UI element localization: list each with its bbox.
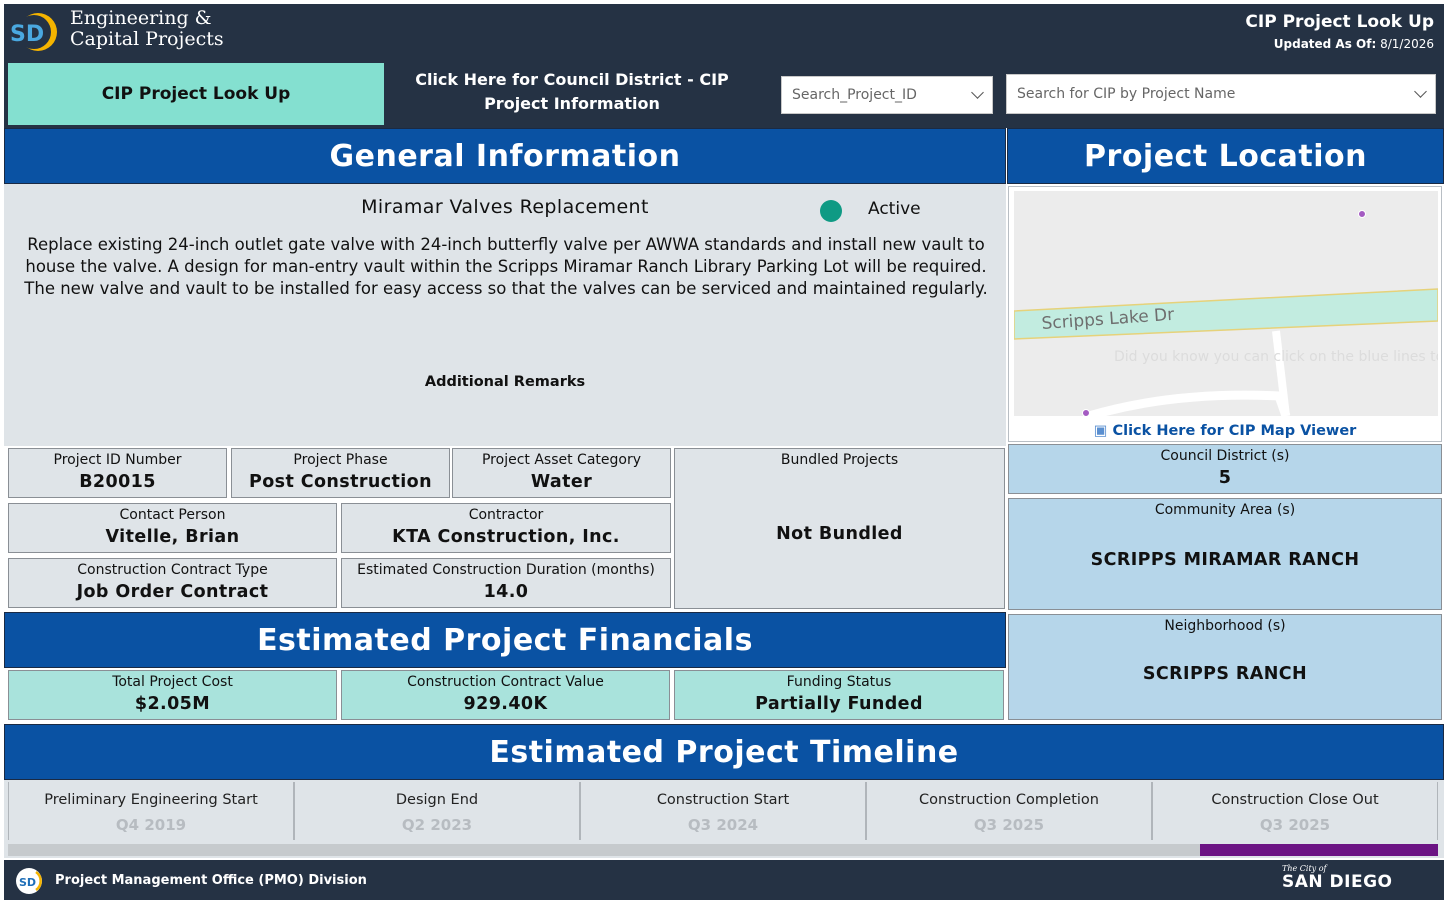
- card-label: Project Asset Category: [481, 452, 642, 468]
- timeline-item: Construction Completion Q3 2025: [866, 782, 1152, 840]
- timeline-item: Design End Q2 2023: [294, 782, 580, 840]
- card-value: Vitelle, Brian: [105, 527, 240, 547]
- card-value: 5: [1218, 468, 1232, 488]
- tab-cip-lookup[interactable]: CIP Project Look Up: [8, 63, 384, 125]
- card-label: Community Area (s): [1154, 502, 1296, 518]
- chevron-down-icon: [1414, 85, 1427, 98]
- asset-category-card: Project Asset Category Water: [452, 448, 671, 498]
- footer-division: Project Management Office (PMO) Division: [55, 873, 367, 888]
- svg-text:SD: SD: [10, 22, 44, 47]
- search-project-id-placeholder: Search_Project_ID: [792, 87, 917, 103]
- brand-line-1: Engineering &: [70, 7, 212, 29]
- card-value: KTA Construction, Inc.: [392, 527, 620, 547]
- map-link-label: Click Here for CIP Map Viewer: [1112, 423, 1357, 439]
- card-label: Neighborhood (s): [1164, 618, 1286, 634]
- timeline-value: Q3 2025: [973, 816, 1045, 834]
- card-value: SCRIPPS MIRAMAR RANCH: [1090, 550, 1360, 570]
- search-project-name-dropdown[interactable]: Search for CIP by Project Name: [1006, 74, 1436, 114]
- timeline-value: Q4 2019: [115, 816, 187, 834]
- contractor-card: Contractor KTA Construction, Inc.: [341, 503, 671, 553]
- card-label: Total Project Cost: [112, 674, 233, 690]
- project-name: Miramar Valves Replacement: [361, 196, 649, 218]
- total-cost-card: Total Project Cost $2.05M: [8, 670, 337, 720]
- neighborhood-card: Neighborhood (s) SCRIPPS RANCH: [1008, 614, 1442, 720]
- project-description: Replace existing 24-inch outlet gate val…: [24, 235, 988, 298]
- card-label: Council District (s): [1160, 448, 1290, 464]
- card-value: $2.05M: [134, 694, 211, 714]
- project-id-card: Project ID Number B20015: [8, 448, 227, 498]
- card-value: B20015: [79, 472, 156, 492]
- timeline-label: Preliminary Engineering Start: [44, 792, 258, 808]
- bundled-projects-card: Bundled Projects Not Bundled: [674, 448, 1005, 609]
- construction-duration-card: Estimated Construction Duration (months)…: [341, 558, 671, 608]
- project-map[interactable]: Scripps Lake Dr Did you know you can cli…: [1014, 191, 1438, 416]
- map-marker-icon[interactable]: [1358, 210, 1366, 218]
- general-info-panel: [4, 184, 1006, 446]
- timeline-item: Construction Close Out Q3 2025: [1152, 782, 1438, 840]
- timeline-scrollbar-thumb[interactable]: [1200, 844, 1438, 856]
- svg-text:SD: SD: [19, 876, 36, 889]
- page-title: CIP Project Look Up: [1245, 12, 1434, 32]
- card-label: Construction Contract Type: [77, 562, 268, 578]
- card-value: SCRIPPS RANCH: [1142, 664, 1308, 684]
- map-marker-icon[interactable]: [1082, 409, 1090, 417]
- city-big-text: SAN DIEGO: [1282, 872, 1393, 892]
- updated-date: Updated As Of: 8/1/2026: [1274, 37, 1434, 51]
- card-value: Job Order Contract: [76, 582, 269, 602]
- funding-status-card: Funding Status Partially Funded: [674, 670, 1004, 720]
- card-label: Funding Status: [786, 674, 892, 690]
- section-financials: Estimated Project Financials: [4, 612, 1006, 668]
- section-timeline: Estimated Project Timeline: [4, 724, 1444, 780]
- council-district-link[interactable]: Click Here for Council District - CIP Pr…: [388, 68, 756, 116]
- card-value: Water: [530, 472, 593, 492]
- map-link-icon: ▣: [1093, 423, 1108, 439]
- council-district-card: Council District (s) 5: [1008, 444, 1442, 494]
- timeline-value: Q2 2023: [401, 816, 473, 834]
- chevron-down-icon: [971, 86, 984, 99]
- section-project-location: Project Location: [1007, 128, 1444, 184]
- map-watermark: Did you know you can click on the blue l…: [1114, 349, 1438, 365]
- card-label: Construction Contract Value: [407, 674, 604, 690]
- contact-person-card: Contact Person Vitelle, Brian: [8, 503, 337, 553]
- updated-label: Updated As Of:: [1273, 37, 1377, 51]
- card-label: Bundled Projects: [780, 452, 899, 468]
- contract-type-card: Construction Contract Type Job Order Con…: [8, 558, 337, 608]
- card-value: Partially Funded: [755, 694, 923, 714]
- timeline-label: Construction Start: [656, 792, 790, 808]
- section-general-information: General Information: [4, 128, 1006, 184]
- card-value: 929.40K: [463, 694, 548, 714]
- timeline-item: Preliminary Engineering Start Q4 2019: [8, 782, 294, 840]
- card-label: Contractor: [468, 507, 544, 523]
- card-label: Project Phase: [293, 452, 388, 468]
- sd-logo-small: SD: [16, 868, 42, 894]
- search-project-name-placeholder: Search for CIP by Project Name: [1017, 86, 1236, 102]
- cip-map-viewer-link[interactable]: ▣ Click Here for CIP Map Viewer: [1008, 423, 1442, 439]
- card-value: Not Bundled: [776, 524, 903, 544]
- project-phase-card: Project Phase Post Construction: [231, 448, 450, 498]
- status-indicator-icon: [820, 200, 842, 222]
- brand-line-2: Capital Projects: [70, 28, 224, 50]
- timeline-label: Design End: [395, 792, 479, 808]
- card-label: Contact Person: [119, 507, 226, 523]
- timeline-value: Q3 2024: [687, 816, 759, 834]
- sd-logo: SD: [10, 13, 57, 51]
- card-label: Estimated Construction Duration (months): [357, 562, 655, 578]
- card-value: Post Construction: [249, 472, 432, 492]
- timeline-label: Construction Completion: [919, 792, 1099, 808]
- card-value: 14.0: [483, 582, 529, 602]
- timeline-label: Construction Close Out: [1211, 792, 1379, 808]
- project-status: Active: [868, 199, 921, 219]
- search-project-id-dropdown[interactable]: Search_Project_ID: [781, 76, 993, 114]
- timeline-item: Construction Start Q3 2024: [580, 782, 866, 840]
- contract-value-card: Construction Contract Value 929.40K: [341, 670, 670, 720]
- card-label: Project ID Number: [53, 452, 182, 468]
- updated-value: 8/1/2026: [1380, 37, 1434, 51]
- brand-name: Engineering & Capital Projects: [70, 8, 224, 50]
- timeline-value: Q3 2025: [1259, 816, 1331, 834]
- map-canvas: Scripps Lake Dr Did you know you can cli…: [1014, 191, 1438, 416]
- community-area-card: Community Area (s) SCRIPPS MIRAMAR RANCH: [1008, 498, 1442, 610]
- additional-remarks-label: Additional Remarks: [424, 374, 586, 390]
- city-of-san-diego-logo: The City of SAN DIEGO: [1282, 864, 1393, 892]
